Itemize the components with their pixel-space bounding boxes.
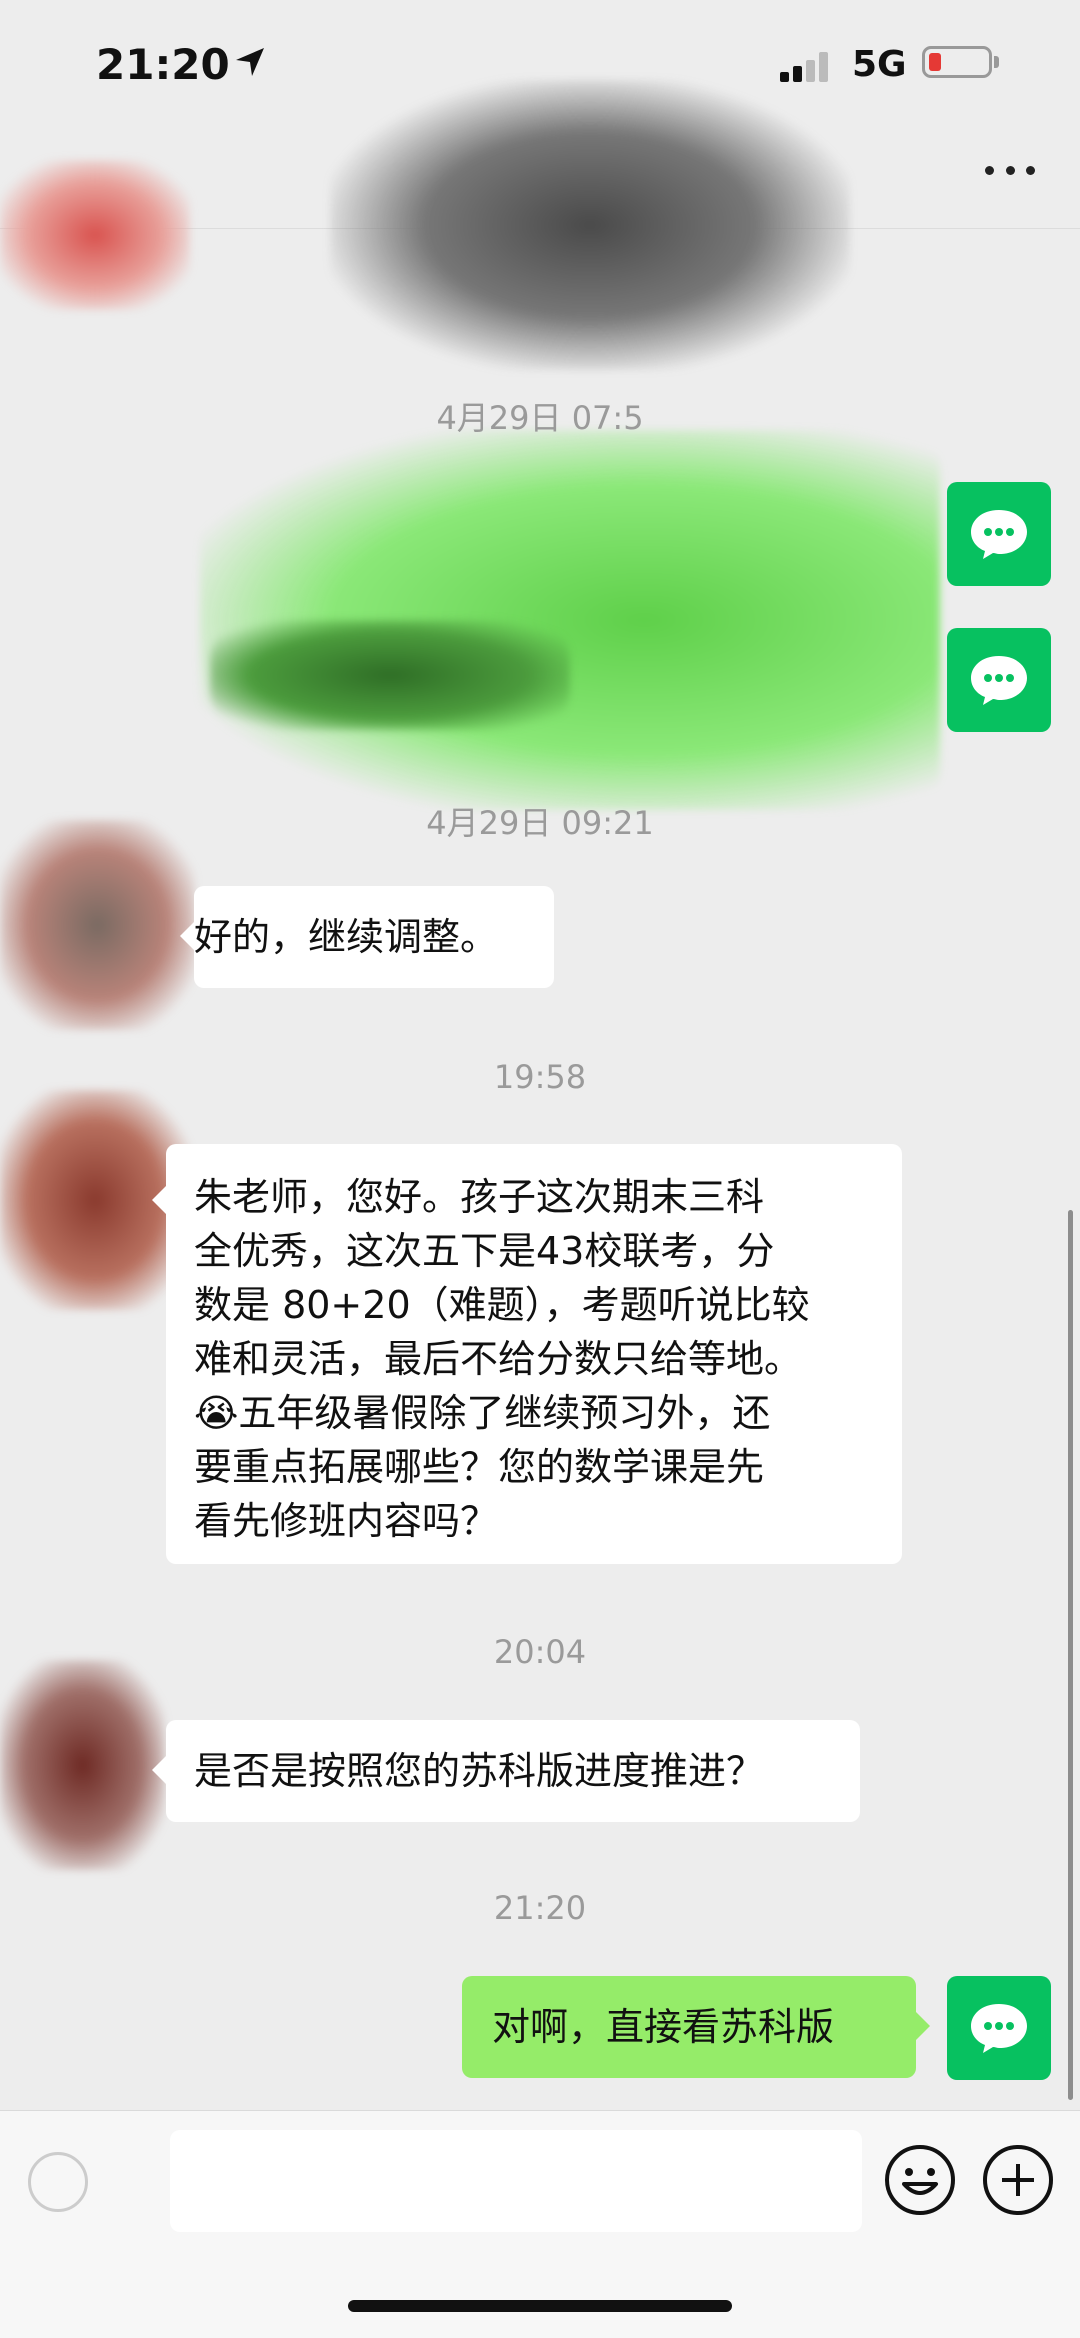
redacted-outgoing-text	[210, 620, 570, 730]
voice-icon[interactable]	[28, 2152, 88, 2212]
timestamp: 4月29日 09:21	[426, 804, 654, 842]
message-line: 数是 80+20（难题），考题听说比较	[194, 1283, 810, 1327]
status-time: 21:20	[96, 40, 230, 89]
emoji-icon[interactable]	[880, 2140, 960, 2220]
redacted-avatar-3	[0, 1660, 165, 1870]
message-line: 要重点拓展哪些？您的数学课是先	[194, 1445, 765, 1489]
message-input[interactable]	[170, 2130, 862, 2232]
message-text: 对啊，直接看苏科版	[492, 2005, 835, 2049]
outgoing-message[interactable]: 对啊，直接看苏科版	[462, 1976, 916, 2078]
message-line: 全优秀，这次五下是43校联考，分	[194, 1229, 775, 1273]
incoming-message[interactable]: 好的，继续调整。	[194, 886, 554, 988]
chat-bubble-icon	[971, 510, 1027, 559]
signal-icon	[780, 50, 832, 82]
timestamp: 19:58	[493, 1058, 587, 1096]
message-text: 好的，继续调整。	[194, 915, 499, 959]
chat-bubble-icon	[971, 656, 1027, 705]
location-arrow-icon	[232, 44, 268, 84]
more-icon[interactable]	[985, 160, 1035, 180]
avatar[interactable]	[947, 1976, 1051, 2080]
network-label: 5G	[852, 44, 907, 85]
bubble-tail	[152, 1186, 166, 1214]
timestamp: 21:20	[493, 1889, 587, 1927]
incoming-message[interactable]: 是否是按照您的苏科版进度推进？	[166, 1720, 860, 1822]
redacted-back-area	[0, 160, 190, 310]
scrollbar[interactable]	[1068, 1210, 1073, 2100]
message-line: 看先修班内容吗？	[194, 1499, 499, 1543]
avatar[interactable]	[947, 482, 1051, 586]
message-line: 难和灵活，最后不给分数只给等地。	[194, 1337, 803, 1381]
timestamp: 4月29日 07:5	[436, 399, 644, 437]
message-line: 😭五年级暑假除了继续预习外，还	[194, 1391, 771, 1435]
bubble-tail	[916, 2012, 930, 2040]
timestamp: 20:04	[493, 1633, 587, 1671]
redacted-avatar-1	[0, 820, 195, 1030]
bubble-tail	[180, 922, 194, 950]
battery-tip	[994, 56, 999, 68]
avatar[interactable]	[947, 628, 1051, 732]
bubble-tail	[152, 1756, 166, 1784]
chat-bubble-icon	[971, 2004, 1027, 2053]
home-indicator	[348, 2300, 732, 2312]
redacted-contact-name	[330, 80, 850, 370]
message-text: 是否是按照您的苏科版进度推进？	[194, 1749, 765, 1793]
message-line: 朱老师，您好。孩子这次期末三科	[194, 1175, 765, 1219]
incoming-message[interactable]: 朱老师，您好。孩子这次期末三科 全优秀，这次五下是43校联考，分 数是 80+2…	[166, 1144, 902, 1564]
plus-icon[interactable]	[978, 2140, 1058, 2220]
battery-icon	[922, 46, 992, 78]
